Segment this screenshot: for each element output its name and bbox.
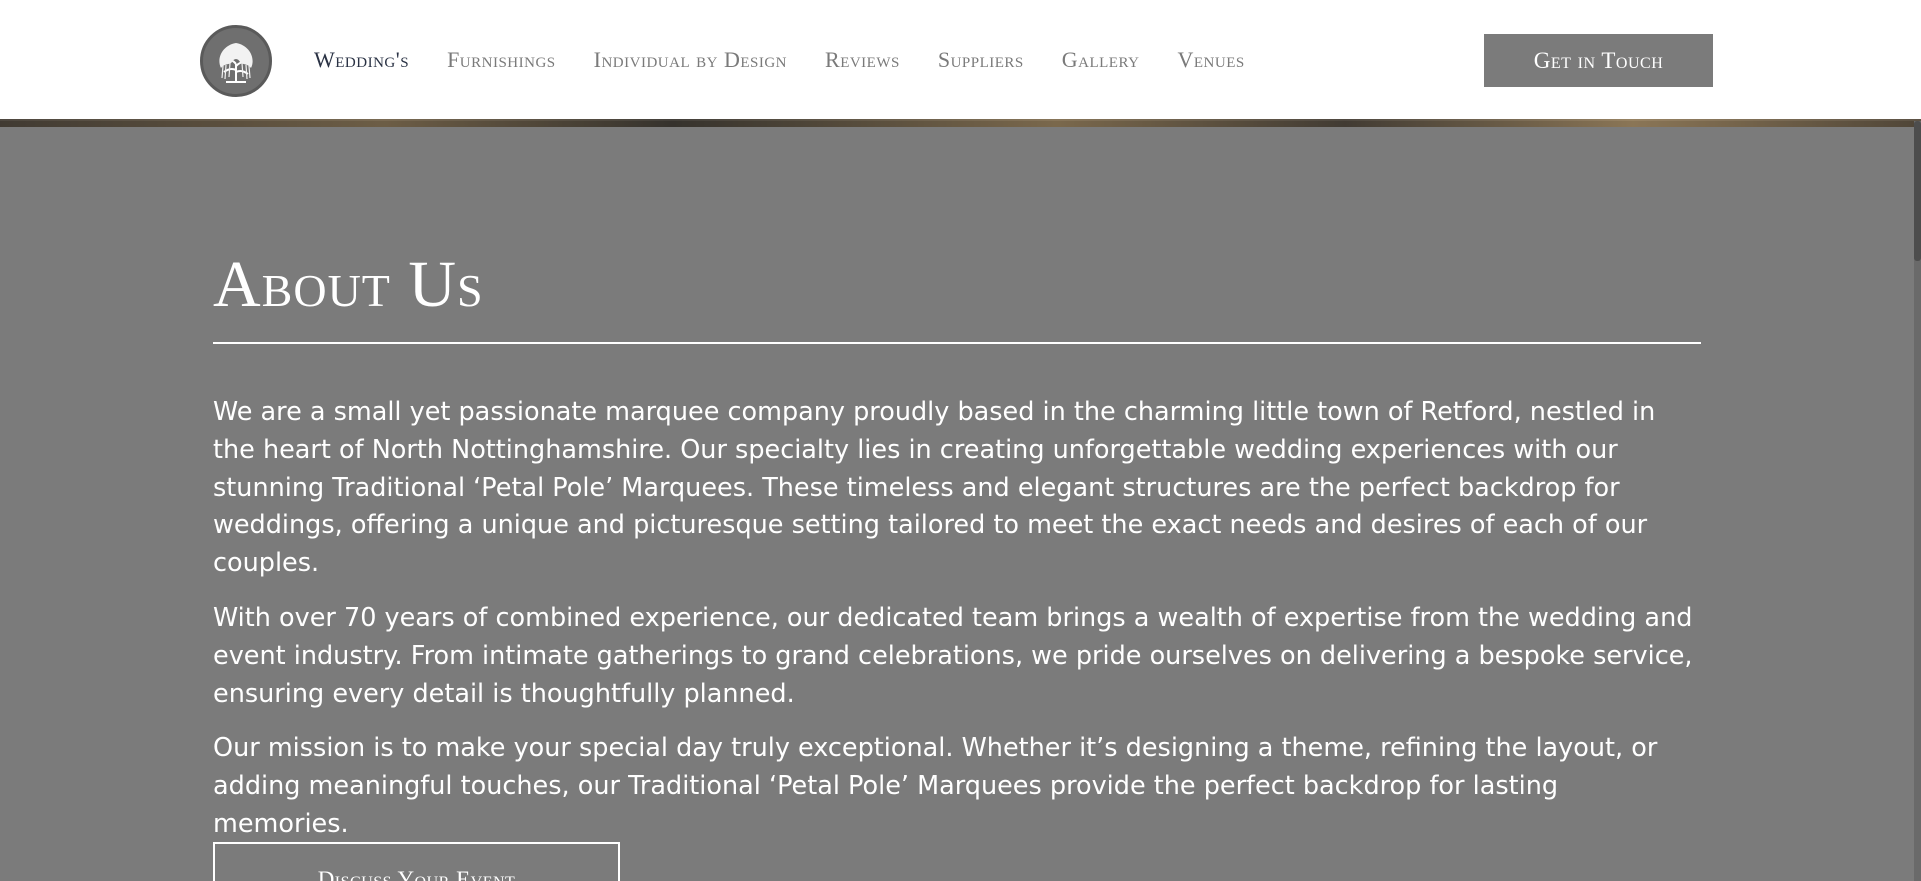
about-paragraph-3: Our mission is to make your special day … (213, 733, 1658, 839)
willow-tree-icon (219, 43, 253, 83)
nav-gallery[interactable]: Gallery (1062, 47, 1140, 73)
nav-weddings[interactable]: Wedding's (314, 47, 409, 73)
nav-venues[interactable]: Venues (1177, 47, 1244, 73)
about-paragraph-1: We are a small yet passionate marquee co… (213, 397, 1656, 579)
nav-suppliers[interactable]: Suppliers (938, 47, 1024, 73)
hero-image-edge (0, 119, 1921, 127)
logo[interactable] (200, 25, 272, 97)
discuss-your-event-button[interactable]: Discuss Your Event (213, 842, 620, 881)
main-nav: Wedding's Furnishings Individual by Desi… (314, 46, 1283, 74)
get-in-touch-button[interactable]: Get in Touch (1484, 34, 1713, 87)
nav-furnishings[interactable]: Furnishings (447, 47, 556, 73)
scrollbar-thumb[interactable] (1914, 121, 1921, 261)
nav-reviews[interactable]: Reviews (825, 47, 900, 73)
about-paragraph-2: With over 70 years of combined experienc… (213, 602, 1693, 709)
about-section: About Us We are a small yet passionate m… (213, 245, 1701, 844)
page-title: About Us (213, 248, 484, 321)
nav-individual-by-design[interactable]: Individual by Design (594, 47, 787, 73)
title-divider (213, 342, 1701, 344)
site-header: Wedding's Furnishings Individual by Desi… (0, 0, 1921, 121)
